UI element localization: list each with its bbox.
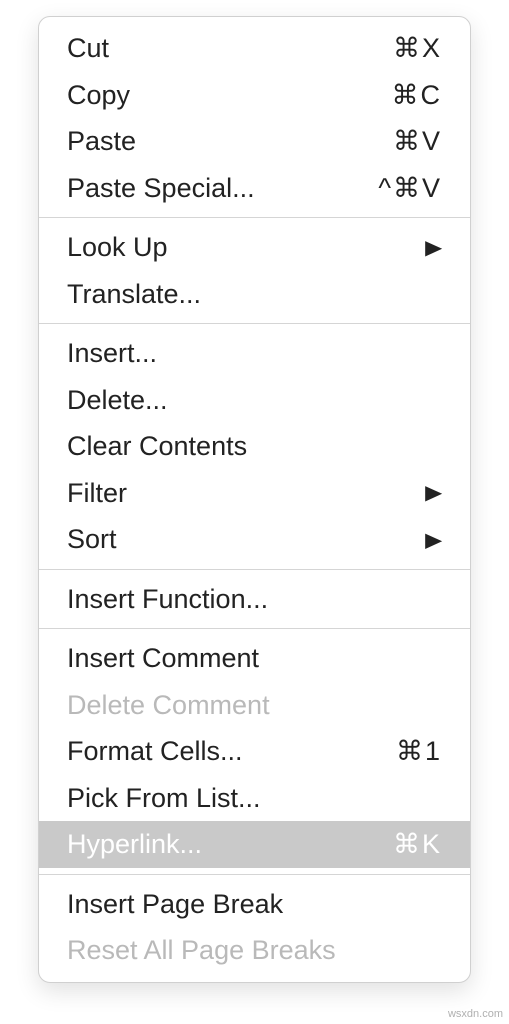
chevron-right-icon: ▶ [425, 478, 442, 508]
menu-item-label: Translate... [67, 274, 201, 315]
menu-item-label: Sort [67, 519, 117, 560]
menu-item-insert-function[interactable]: Insert Function... [39, 576, 470, 623]
menu-item-label: Pick From List... [67, 778, 261, 819]
menu-item-label: Copy [67, 75, 130, 116]
menu-item-label: Format Cells... [67, 731, 243, 772]
menu-item-copy[interactable]: Copy ⌘C [39, 72, 470, 119]
menu-item-label: Hyperlink... [67, 824, 202, 865]
menu-item-label: Filter [67, 473, 127, 514]
keyboard-shortcut: ^⌘V [378, 168, 442, 209]
menu-item-insert[interactable]: Insert... [39, 330, 470, 377]
menu-item-label: Paste [67, 121, 136, 162]
keyboard-shortcut: ⌘X [393, 28, 442, 69]
chevron-right-icon: ▶ [425, 524, 442, 554]
menu-item-translate[interactable]: Translate... [39, 271, 470, 318]
menu-item-label: Paste Special... [67, 168, 255, 209]
menu-item-insert-comment[interactable]: Insert Comment [39, 635, 470, 682]
menu-item-label: Look Up [67, 227, 168, 268]
menu-item-label: Clear Contents [67, 426, 247, 467]
keyboard-shortcut: ⌘1 [396, 731, 442, 772]
menu-item-format-cells[interactable]: Format Cells... ⌘1 [39, 728, 470, 775]
menu-item-label: Delete... [67, 380, 168, 421]
menu-item-clear-contents[interactable]: Clear Contents [39, 423, 470, 470]
menu-item-label: Insert... [67, 333, 157, 374]
menu-divider [39, 323, 470, 324]
menu-item-reset-all-page-breaks: Reset All Page Breaks [39, 927, 470, 974]
menu-item-delete-comment: Delete Comment [39, 682, 470, 729]
menu-item-pick-from-list[interactable]: Pick From List... [39, 775, 470, 822]
watermark-text: wsxdn.com [448, 1008, 503, 1020]
menu-item-label: Insert Comment [67, 638, 259, 679]
menu-item-delete[interactable]: Delete... [39, 377, 470, 424]
keyboard-shortcut: ⌘V [393, 121, 442, 162]
menu-item-hyperlink[interactable]: Hyperlink... ⌘K [39, 821, 470, 868]
menu-item-filter[interactable]: Filter ▶ [39, 470, 470, 517]
keyboard-shortcut: ⌘C [392, 75, 443, 116]
menu-item-paste[interactable]: Paste ⌘V [39, 118, 470, 165]
menu-divider [39, 217, 470, 218]
menu-divider [39, 569, 470, 570]
menu-item-label: Delete Comment [67, 685, 270, 726]
menu-item-label: Reset All Page Breaks [67, 930, 336, 971]
keyboard-shortcut: ⌘K [393, 824, 442, 865]
menu-item-label: Cut [67, 28, 109, 69]
context-menu: Cut ⌘X Copy ⌘C Paste ⌘V Paste Special...… [38, 16, 471, 983]
menu-divider [39, 628, 470, 629]
chevron-right-icon: ▶ [425, 232, 442, 262]
menu-item-paste-special[interactable]: Paste Special... ^⌘V [39, 165, 470, 212]
menu-item-insert-page-break[interactable]: Insert Page Break [39, 881, 470, 928]
menu-divider [39, 874, 470, 875]
menu-item-label: Insert Function... [67, 579, 268, 620]
menu-item-cut[interactable]: Cut ⌘X [39, 25, 470, 72]
menu-item-look-up[interactable]: Look Up ▶ [39, 224, 470, 271]
menu-item-sort[interactable]: Sort ▶ [39, 516, 470, 563]
menu-item-label: Insert Page Break [67, 884, 283, 925]
